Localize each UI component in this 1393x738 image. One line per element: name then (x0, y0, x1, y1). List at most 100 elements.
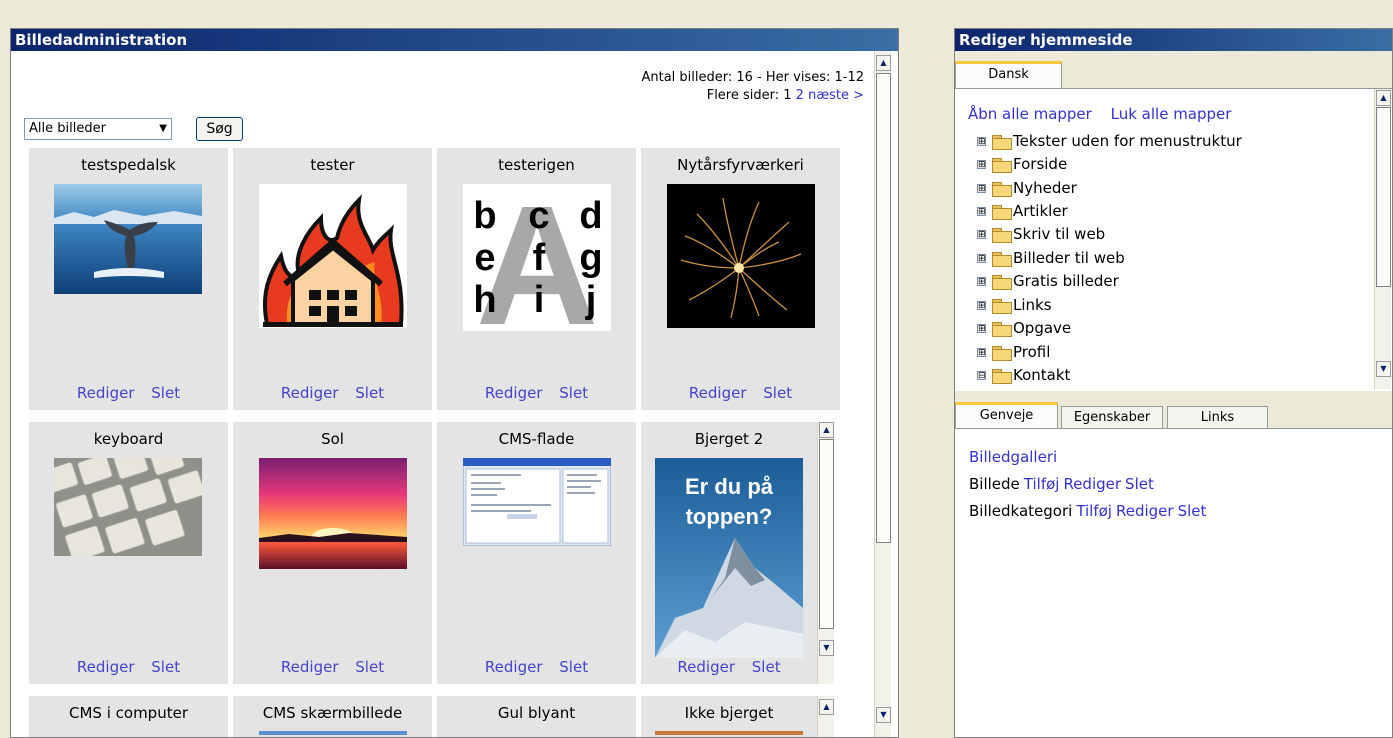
image-label: Billede (969, 475, 1020, 493)
edit-site-title: Rediger hjemmeside (955, 29, 1392, 51)
mountain-poster[interactable]: Er du på toppen? (655, 458, 803, 658)
tree-item[interactable]: ⊞ Billeder til web (977, 247, 1125, 270)
svg-text:f: f (533, 237, 546, 279)
tree-toggle-links: Åbn alle mapper Luk alle mapper (968, 105, 1245, 123)
folder-tree: Åbn alle mapper Luk alle mapper ⊞ Tekster… (955, 88, 1392, 391)
page-2-link[interactable]: 2 (796, 88, 804, 103)
expand-icon[interactable]: ⊞ (977, 324, 986, 334)
image-title: CMS-flade (498, 430, 575, 448)
delete-image-link[interactable]: Slet (1125, 475, 1154, 493)
delete-link[interactable]: Slet (763, 384, 792, 402)
delete-link[interactable]: Slet (752, 658, 781, 676)
image-actions: Rediger Slet (29, 658, 228, 676)
edit-link[interactable]: Rediger (281, 384, 339, 402)
image-thumbnail[interactable] (259, 731, 407, 735)
delete-category-link[interactable]: Slet (1178, 502, 1207, 520)
tree-item[interactable]: ⊞ Profil (977, 341, 1050, 364)
add-image-link[interactable]: Tilføj (1024, 475, 1060, 493)
edit-link[interactable]: Rediger (281, 658, 339, 676)
folder-icon (992, 274, 1012, 290)
image-actions: Rediger Slet (437, 384, 636, 402)
folder-icon (992, 298, 1012, 314)
folder-icon (992, 368, 1012, 384)
delete-link[interactable]: Slet (355, 384, 384, 402)
image-thumbnail[interactable] (655, 731, 803, 735)
expand-icon[interactable]: ⊞ (977, 207, 986, 217)
tree-scrollbar[interactable]: ▲ ▼ (1374, 89, 1391, 389)
image-gallery-link[interactable]: Billedgalleri (969, 448, 1057, 466)
scroll-down-icon[interactable]: ▼ (819, 640, 834, 656)
expand-icon[interactable]: ⊞ (977, 184, 986, 194)
scroll-up-icon[interactable]: ▲ (819, 699, 834, 715)
scrollbar-thumb[interactable] (1376, 107, 1391, 287)
tab-dansk[interactable]: Dansk (955, 61, 1062, 89)
image-card: CMS skærmbillede (233, 696, 432, 737)
svg-text:h: h (473, 279, 496, 321)
keyboard-photo[interactable] (54, 458, 202, 556)
image-card: CMS-flade Rediger Slet (437, 422, 636, 684)
edit-link[interactable]: Rediger (485, 384, 543, 402)
delete-link[interactable]: Slet (151, 658, 180, 676)
edit-link[interactable]: Rediger (77, 658, 135, 676)
gallery-scrollbar[interactable]: ▲ ▼ (817, 422, 834, 684)
edit-category-link[interactable]: Rediger (1116, 502, 1174, 520)
folder-icon (992, 345, 1012, 361)
scrollbar-thumb[interactable] (876, 73, 891, 543)
image-card: Gul blyant (437, 696, 636, 737)
tree-item[interactable]: ⊟ Kontakt (977, 364, 1070, 387)
poster-text-line2: toppen? (686, 504, 773, 529)
gallery-scrollbar-2[interactable]: ▲ (817, 696, 834, 737)
image-shortcut-row: Billede Tilføj Rediger Slet (969, 475, 1154, 493)
whale-tail-photo[interactable] (54, 184, 202, 294)
expand-icon[interactable]: ⊞ (977, 230, 986, 240)
tree-item[interactable]: ⊞ Forside (977, 153, 1067, 176)
cms-screenshot[interactable] (463, 458, 611, 546)
tree-item[interactable]: ⊞ Links (977, 294, 1052, 317)
expand-icon[interactable]: ⊞ (977, 160, 986, 170)
image-title: keyboard (93, 430, 164, 448)
tab-genveje[interactable]: Genveje (955, 402, 1058, 430)
delete-link[interactable]: Slet (151, 384, 180, 402)
edit-link[interactable]: Rediger (77, 384, 135, 402)
image-card: Bjerget 2 Er du på toppen? Rediger Slet (641, 422, 817, 684)
tree-item[interactable]: ⊞ Opgave (977, 317, 1071, 340)
scroll-down-icon[interactable]: ▼ (1376, 361, 1391, 377)
delete-link[interactable]: Slet (559, 658, 588, 676)
close-all-folders-link[interactable]: Luk alle mapper (1111, 105, 1232, 123)
next-page-link[interactable]: næste > (808, 88, 864, 103)
search-button[interactable]: Søg (196, 117, 243, 141)
edit-link[interactable]: Rediger (677, 658, 735, 676)
edit-link[interactable]: Rediger (485, 658, 543, 676)
scrollbar-thumb[interactable] (819, 439, 834, 629)
image-actions: Rediger Slet (233, 658, 432, 676)
tree-item[interactable]: ⊞ Skriv til web (977, 223, 1105, 246)
expand-icon[interactable]: ⊞ (977, 277, 986, 287)
alphabet-letters-image[interactable]: A b c d e f g h i j (463, 184, 611, 331)
burning-house-icon[interactable] (259, 184, 407, 328)
delete-link[interactable]: Slet (355, 658, 384, 676)
collapse-icon[interactable]: ⊟ (977, 371, 986, 381)
expand-icon[interactable]: ⊞ (977, 348, 986, 358)
scroll-up-icon[interactable]: ▲ (1376, 90, 1391, 106)
edit-link[interactable]: Rediger (689, 384, 747, 402)
tree-item[interactable]: ⊞ Nyheder (977, 177, 1077, 200)
tree-item[interactable]: ⊞ Gratis billeder (977, 270, 1119, 293)
expand-icon[interactable]: ⊞ (977, 301, 986, 311)
image-title: Bjerget 2 (694, 430, 764, 448)
scroll-down-icon[interactable]: ▼ (876, 707, 891, 723)
image-title: Nytårsfyrværkeri (677, 156, 804, 174)
edit-image-link[interactable]: Rediger (1063, 475, 1121, 493)
open-all-folders-link[interactable]: Åbn alle mapper (968, 105, 1092, 123)
expand-icon[interactable]: ⊞ (977, 137, 986, 147)
scroll-up-icon[interactable]: ▲ (819, 422, 834, 438)
tree-item[interactable]: ⊞ Tekster uden for menustruktur (977, 130, 1242, 153)
add-category-link[interactable]: Tilføj (1076, 502, 1112, 520)
sunset-photo[interactable] (259, 458, 407, 569)
tree-item[interactable]: ⊞ Artikler (977, 200, 1068, 223)
expand-icon[interactable]: ⊞ (977, 254, 986, 264)
image-filter-select[interactable]: Alle billeder ▼ (24, 118, 172, 140)
delete-link[interactable]: Slet (559, 384, 588, 402)
fireworks-photo[interactable] (667, 184, 815, 328)
scroll-up-icon[interactable]: ▲ (876, 55, 891, 71)
panel-scrollbar[interactable]: ▲ ▼ (874, 51, 891, 737)
